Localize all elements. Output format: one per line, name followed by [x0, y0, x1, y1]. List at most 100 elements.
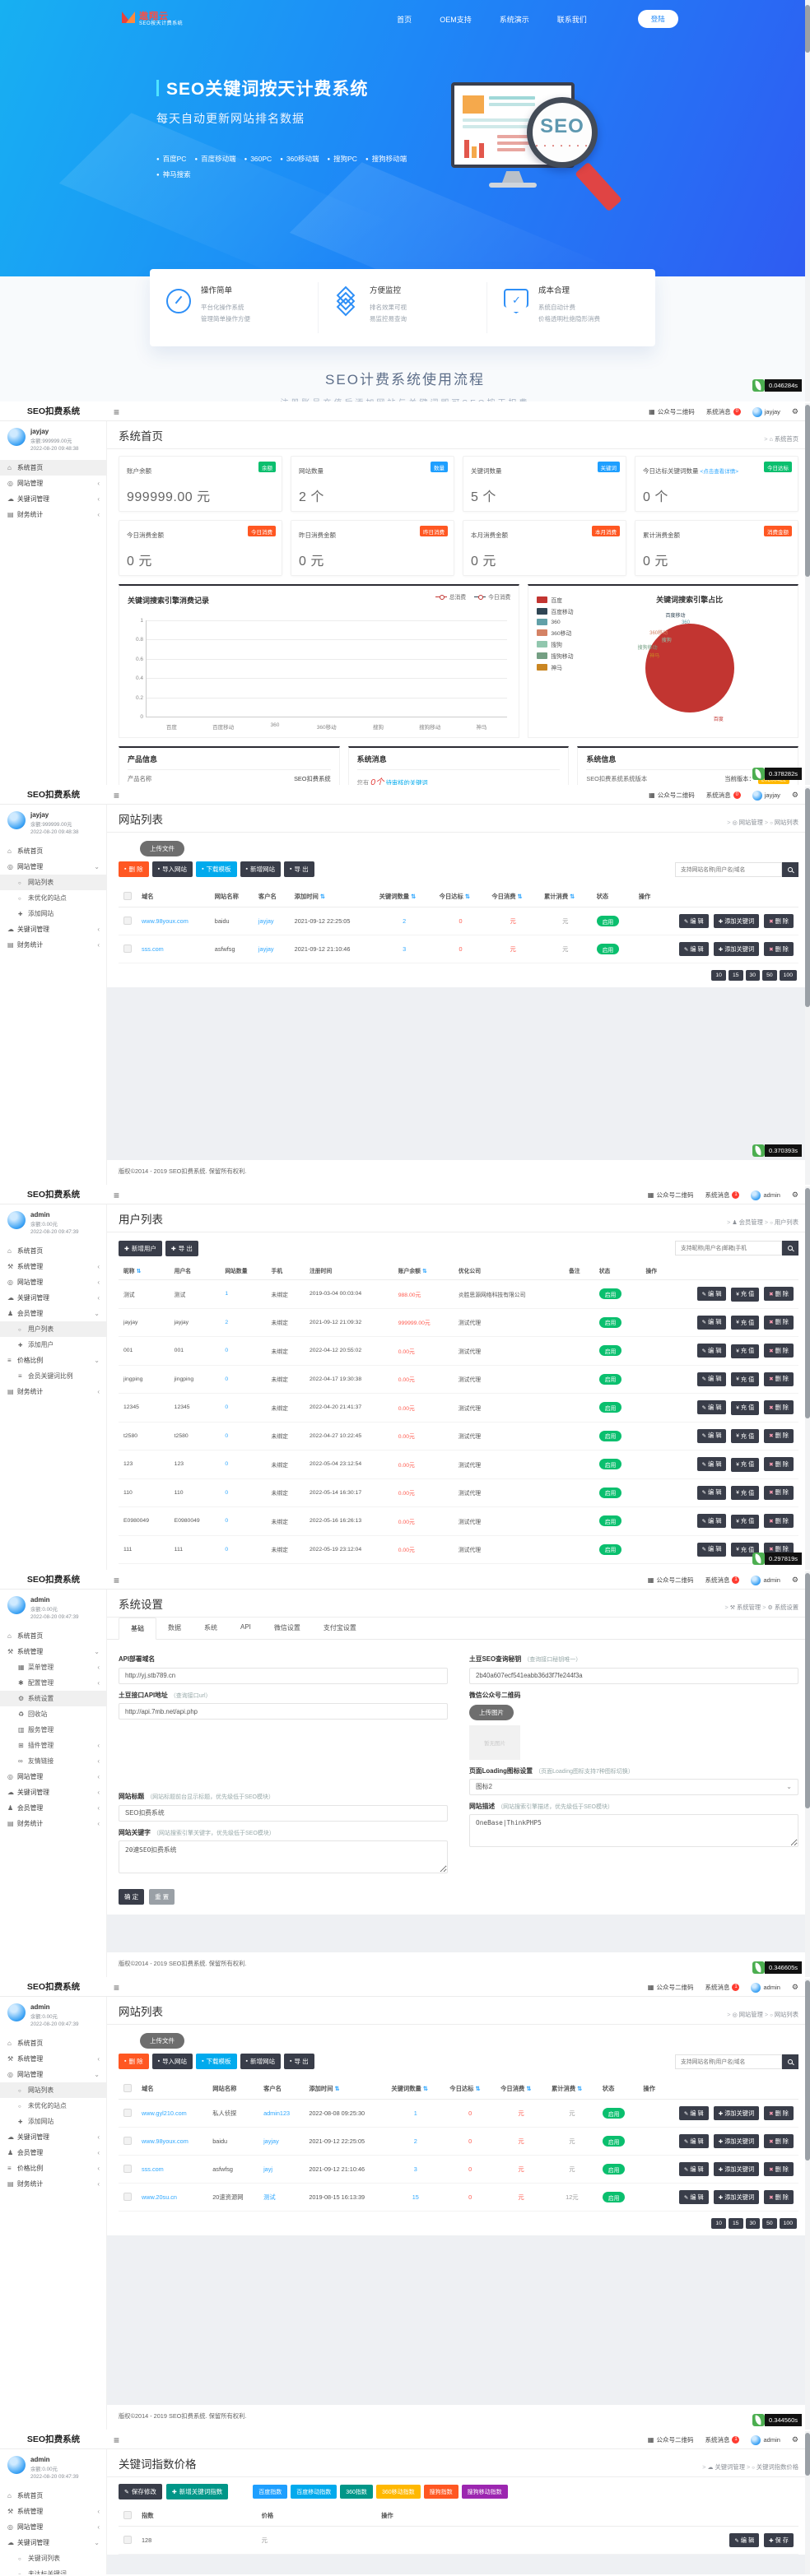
recharge-button[interactable]: 充 值	[731, 1316, 759, 1330]
user-menu[interactable]: admin	[751, 1983, 780, 1993]
recharge-button[interactable]: 充 值	[731, 1288, 759, 1302]
edit-button[interactable]: 编 辑	[697, 1316, 727, 1330]
site-count-link[interactable]: 0	[220, 1478, 266, 1507]
messages-menu[interactable]: 系统消息1	[705, 1191, 739, 1200]
site-count-link[interactable]: 0	[220, 1450, 266, 1479]
tudou-secret-field[interactable]	[469, 1668, 798, 1684]
recharge-button[interactable]: 充 值	[731, 1458, 759, 1472]
sort-icon[interactable]	[422, 1269, 427, 1274]
hamburger-icon[interactable]	[114, 790, 119, 801]
edit-button[interactable]: 编 辑	[697, 1486, 727, 1500]
avatar[interactable]	[7, 811, 26, 829]
scrollbar-thumb[interactable]	[805, 2433, 810, 2476]
page-size-button[interactable]: 50	[762, 2218, 777, 2229]
keyword-count-link[interactable]: 2	[386, 2128, 445, 2156]
sidebar-item[interactable]: 未达标关键词	[0, 2566, 106, 2574]
delete-button[interactable]: 删 除	[764, 2190, 794, 2204]
sidebar-item[interactable]: 系统首页	[0, 2488, 106, 2504]
sidebar-item[interactable]: 财务统计 ‹	[0, 507, 106, 522]
sort-icon[interactable]	[411, 893, 416, 900]
messages-menu[interactable]: 系统消息0	[706, 791, 741, 800]
column-header[interactable]: 网站数量	[220, 1261, 266, 1280]
loading-icon-select[interactable]: 图标2⌄	[469, 1779, 798, 1795]
legend-item[interactable]: 神马	[537, 663, 589, 671]
delete-button[interactable]: 删 除	[764, 2162, 794, 2176]
sidebar-item[interactable]: 回收站	[0, 1706, 106, 1722]
save-changes-button[interactable]: ✎保存修改	[119, 2484, 162, 2499]
qrcode-menu[interactable]: 公众号二维码	[648, 2435, 694, 2444]
site-domain-link[interactable]: www.gyl210.com	[137, 2100, 207, 2128]
add-keyword-button[interactable]: 添加关键词	[714, 2190, 759, 2204]
edit-button[interactable]: 编 辑	[679, 2106, 709, 2120]
delete-button[interactable]: 删 除	[764, 1429, 794, 1443]
edit-button[interactable]: 编 辑	[697, 1429, 727, 1443]
settings-tab[interactable]: API	[229, 1618, 263, 1639]
breadcrumb-item[interactable]: 关键词管理	[702, 2463, 745, 2472]
sidebar-item[interactable]: 系统设置	[0, 1691, 106, 1706]
sidebar-item[interactable]: 菜单管理 ‹	[0, 1659, 106, 1675]
engine-tab[interactable]: 搜狗指数	[424, 2485, 459, 2499]
sidebar-item[interactable]: 系统首页	[0, 1628, 106, 1644]
column-header[interactable]: 网站名称	[210, 887, 254, 907]
thinkphp-trace-badge[interactable]: 0.297819s	[752, 1553, 802, 1565]
page-size-button[interactable]: 10	[711, 970, 726, 981]
settings-tab[interactable]: 数据	[156, 1618, 193, 1639]
settings-icon[interactable]	[792, 1191, 798, 1200]
edit-button[interactable]: 编 辑	[697, 1400, 727, 1414]
sidebar-item[interactable]: 系统首页	[0, 2035, 106, 2051]
column-header[interactable]: 累计消费	[539, 887, 592, 907]
sidebar-item[interactable]: 系统首页	[0, 843, 106, 859]
user-menu[interactable]: admin	[751, 2435, 780, 2445]
column-header[interactable]: 今日达标	[435, 887, 487, 907]
sidebar-item[interactable]: 会员管理 ⌄	[0, 1306, 106, 1321]
scrollbar-thumb[interactable]	[805, 1573, 810, 1808]
toolbar-button[interactable]: ▪删 除	[119, 2054, 149, 2069]
site-description-field[interactable]: OneBase|ThinkPHP5	[469, 1814, 798, 1847]
breadcrumb-item[interactable]: 网站列表	[765, 2011, 798, 2019]
sidebar-item[interactable]: 系统管理 ‹	[0, 2504, 106, 2519]
brand-logo[interactable]: 遨翔云 SEO按天计费系统	[122, 12, 183, 27]
delete-button[interactable]: 删 除	[764, 2106, 794, 2120]
scrollbar-thumb[interactable]	[805, 1980, 810, 2161]
thinkphp-trace-badge[interactable]: 0.344560s	[752, 2414, 802, 2426]
api-domain-field[interactable]	[119, 1668, 448, 1684]
avatar[interactable]	[7, 1211, 26, 1229]
nav-link[interactable]: OEM支持	[440, 14, 472, 25]
select-all-checkbox[interactable]	[123, 2511, 132, 2519]
sidebar-item[interactable]: 关键词列表	[0, 2550, 106, 2566]
edit-button[interactable]: 编 辑	[697, 1514, 727, 1528]
delete-button[interactable]: 删 除	[764, 1514, 794, 1528]
column-header[interactable]: 操作	[634, 887, 798, 907]
site-count-link[interactable]: 1	[220, 1280, 266, 1309]
sidebar-item[interactable]: 会员关键词比例	[0, 1368, 106, 1384]
toolbar-button[interactable]: ▪导 出	[284, 861, 314, 877]
scrollbar-thumb[interactable]	[805, 1188, 810, 1418]
avatar[interactable]	[7, 2456, 26, 2474]
delete-button[interactable]: 删 除	[764, 1316, 794, 1330]
toolbar-button[interactable]: ▪导 出	[284, 2054, 314, 2069]
recharge-button[interactable]: 充 值	[731, 1515, 759, 1529]
save-button[interactable]: 保 存	[764, 2533, 794, 2547]
site-count-link[interactable]: 0	[220, 1337, 266, 1366]
toolbar-button[interactable]: ▪下载模板	[196, 2054, 236, 2069]
delete-button[interactable]: 删 除	[764, 1457, 794, 1471]
column-header[interactable]: 昵称	[119, 1261, 170, 1280]
breadcrumb-item[interactable]: 关键词指数价格	[747, 2463, 798, 2472]
sidebar-item[interactable]: 网站管理 ‹	[0, 1769, 106, 1785]
sidebar-item[interactable]: 插件管理 ‹	[0, 1738, 106, 1753]
column-header[interactable]: 注册时间	[305, 1261, 393, 1280]
upload-file-button[interactable]: 上传文件	[140, 841, 184, 856]
breadcrumb-item[interactable]: 用户列表	[765, 1218, 798, 1227]
search-input[interactable]	[675, 2054, 782, 2069]
column-header[interactable]: 客户名	[258, 2079, 304, 2100]
thinkphp-trace-badge[interactable]: 0.378282s	[752, 768, 802, 780]
engine-tab[interactable]: 360指数	[340, 2485, 373, 2499]
sidebar-item[interactable]: 系统首页	[0, 1243, 106, 1259]
avatar[interactable]	[7, 428, 26, 446]
edit-button[interactable]: 编 辑	[697, 1344, 727, 1358]
stat-detail-link[interactable]: <点击查看详情>	[701, 469, 739, 475]
user-menu[interactable]: jayjay	[752, 791, 780, 801]
sort-icon[interactable]	[465, 893, 470, 900]
column-header[interactable]: 价格	[257, 2506, 377, 2527]
breadcrumb-item[interactable]: 系统设置	[762, 1604, 798, 1612]
